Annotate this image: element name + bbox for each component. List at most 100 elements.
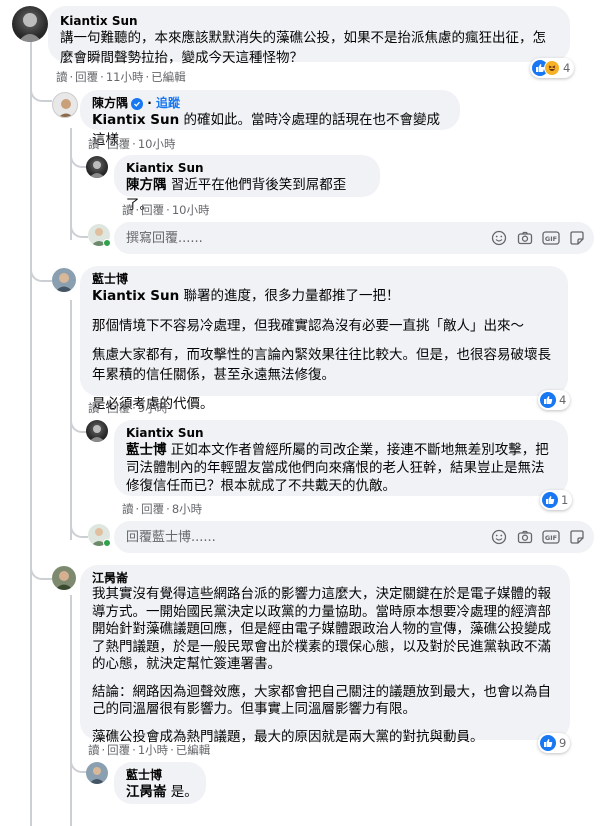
edited-label: 已編輯 [151,70,186,84]
svg-text:GIF: GIF [545,235,557,243]
comment-actions: 讀 · 回覆 · 10小時 [122,203,210,217]
comment-paragraph: 是。 [170,784,198,800]
reaction-summary[interactable]: 4 [530,58,575,78]
timestamp[interactable]: 1小時 [138,743,168,757]
avatar[interactable] [52,566,76,590]
reply-input-box: GIF [114,222,594,254]
thread-line [70,595,72,826]
comment-author[interactable]: 藍士博 [92,271,556,287]
reply-input-box: GIF [114,521,594,553]
thread-connector [30,80,52,102]
comment-text: 講一句難聽的，本來應該默默消失的藻礁公投，如果不是抬派焦慮的瘋狂出征，怎麼會瞬間… [60,29,558,68]
reply-link[interactable]: 回覆 [107,137,130,151]
read-link[interactable]: 讀 [122,203,134,217]
thread-connector [70,520,88,538]
reaction-summary[interactable]: 1 [540,490,573,510]
read-link[interactable]: 讀 [122,502,134,516]
avatar-image [55,571,73,590]
emoji-icon[interactable] [490,528,508,546]
online-status-icon [103,539,111,547]
reply-input[interactable] [126,222,486,254]
comment-text: Kiantix Sun 聯署的進度，很多力量都推了一把！ 那個情境下不容易冷處理… [92,287,556,415]
comment-bubble: 陳方隅 · 追蹤 Kiantix Sun 的確如此。當時冷處理的話現在也不會變成… [80,90,460,148]
comment-author[interactable]: Kiantix Sun [126,425,556,441]
comment-text: 江昺崙 是。 [126,783,198,803]
avatar[interactable] [52,268,76,292]
reply-link[interactable]: 回覆 [75,70,98,84]
avatar[interactable] [86,156,108,178]
comment-author[interactable]: 藍士博 [126,767,194,783]
thread-connector [70,220,88,238]
reaction-summary[interactable]: 4 [538,390,571,410]
mention-tag[interactable]: 江昺崙 [126,784,167,800]
comment-bubble: Kiantix Sun 講一句難聽的，本來應該默默消失的藻礁公投，如果不是抬派焦… [48,6,570,66]
comment-paragraph: 焦慮大家都有，而攻擊性的言論內緊效果往往比較大。但是，也很容易破壞長年累積的信任… [92,347,551,383]
comment-actions: 讀 · 回覆 · 10小時 [88,137,176,151]
comment-bubble: 藍士博 江昺崙 是。 [114,762,206,804]
comment-paragraph: 我其實沒有覺得這些網路台派的影響力這麼大，決定關鍵在於是電子媒體的報導方式。一開… [92,586,551,672]
comment-bubble: 江昺崙 我其實沒有覺得這些網路台派的影響力這麼大，決定關鍵在於是電子媒體的報導方… [80,565,570,745]
comment-author[interactable]: 江昺崙 [92,570,558,586]
read-link[interactable]: 讀 [88,743,100,757]
comment-paragraph: 正如本文作者曾經所屬的司改企業，接連不斷地無差別攻擊，把司法體制內的年輕盟友當成… [126,442,549,494]
read-link[interactable]: 讀 [88,137,100,151]
mention-tag[interactable]: 藍士博 [126,442,167,458]
comment-text: 藍士博 正如本文作者曾經所屬的司改企業，接連不斷地無差別攻擊，把司法體制內的年輕… [126,441,556,495]
avatar[interactable] [52,92,78,118]
thread-line [30,40,32,826]
mention-tag[interactable]: Kiantix Sun [92,112,179,128]
comment-paragraph: 結論：網路因為迴聲效應，大家都會把自己關注的議題放到最大，也會以為自己的同溫層很… [92,683,551,718]
reaction-summary[interactable]: 9 [538,733,571,753]
avatar-image [89,161,105,178]
gif-icon[interactable]: GIF [542,528,560,546]
comment-author[interactable]: Kiantix Sun [60,13,558,29]
reply-link[interactable]: 回覆 [107,401,130,415]
comment-actions: 讀 · 回覆 · 11小時 · 已編輯 [56,70,186,84]
comment-actions: 讀 · 回覆 · 1小時 · 已編輯 [88,743,211,757]
timestamp[interactable]: 11小時 [106,70,144,84]
reaction-count: 4 [563,61,571,75]
comment-bubble: 藍士博 Kiantix Sun 聯署的進度，很多力量都推了一把！ 那個情境下不容… [80,266,568,412]
reply-link[interactable]: 回覆 [141,502,164,516]
comment-actions: 讀 · 回覆 · 9小時 [88,401,169,415]
mention-tag[interactable]: Kiantix Sun [92,288,179,304]
comment-author[interactable]: 陳方隅 [92,96,128,110]
reaction-count: 4 [559,393,567,407]
verified-badge-icon [131,98,144,110]
thread-connector [30,560,52,580]
emoji-icon[interactable] [490,229,508,247]
mention-tag[interactable]: 陳方隅 [126,177,167,193]
like-icon [542,492,558,508]
comment-paragraph: 講一句難聽的，本來應該默默消失的藻礁公投，如果不是抬派焦慮的瘋狂出征，怎麼會瞬間… [60,30,546,66]
avatar-image [58,99,74,117]
reply-input[interactable] [126,521,486,553]
reaction-count: 9 [559,736,567,750]
thread-connector [30,262,52,282]
sticker-icon[interactable] [568,229,586,247]
comment-author[interactable]: Kiantix Sun [126,160,368,176]
reply-link[interactable]: 回覆 [107,743,130,757]
timestamp[interactable]: 10小時 [172,203,210,217]
sticker-icon[interactable] [568,528,586,546]
avatar-image [55,273,73,292]
follow-button[interactable]: 追蹤 [156,96,180,110]
svg-text:GIF: GIF [545,534,557,542]
avatar[interactable] [86,762,108,784]
comment-paragraph: 那個情境下不容易冷處理，但我確實認為沒有必要一直挑「敵人」出來～ [92,317,524,334]
timestamp[interactable]: 9小時 [138,401,168,415]
timestamp[interactable]: 8小時 [172,502,202,516]
reaction-count: 1 [561,493,569,507]
camera-icon[interactable] [516,528,534,546]
online-status-icon [103,239,111,247]
reply-link[interactable]: 回覆 [141,203,164,217]
camera-icon[interactable] [516,229,534,247]
timestamp[interactable]: 10小時 [138,137,176,151]
read-link[interactable]: 讀 [88,401,100,415]
gif-icon[interactable]: GIF [542,229,560,247]
avatar[interactable] [12,6,48,42]
haha-icon [544,60,560,76]
avatar[interactable] [86,420,108,442]
like-icon [540,735,556,751]
comment-actions: 讀 · 回覆 · 8小時 [122,502,203,516]
read-link[interactable]: 讀 [56,70,68,84]
